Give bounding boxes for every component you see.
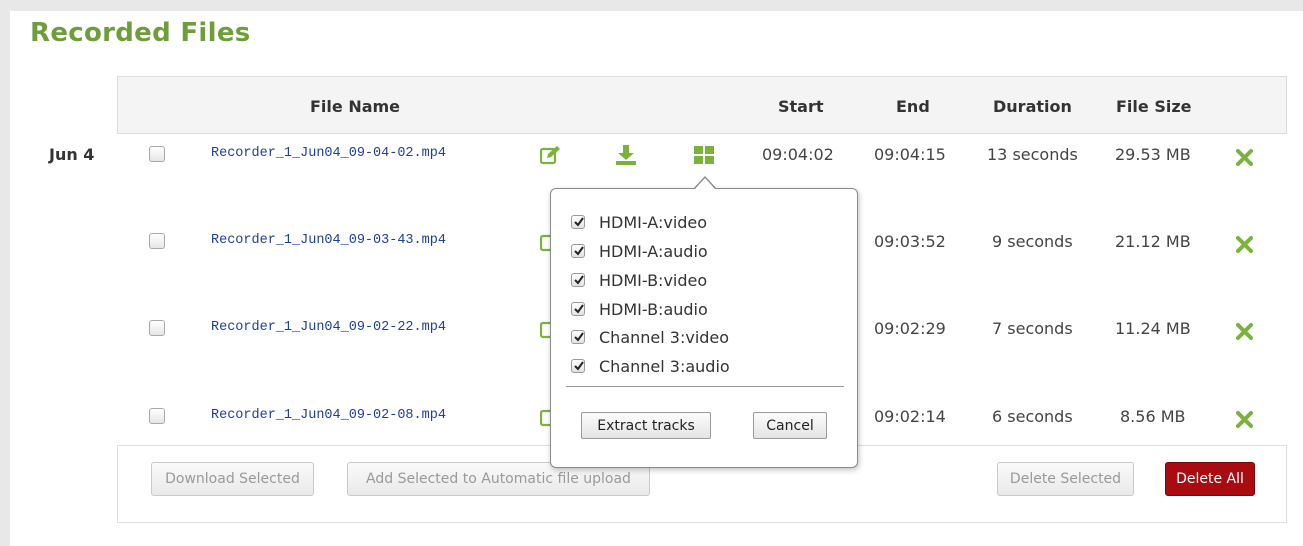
delete-selected-button[interactable]: Delete Selected — [997, 462, 1134, 496]
start-time: 09:04:02 — [762, 145, 834, 164]
close-icon[interactable] — [1236, 323, 1253, 340]
duration: 7 seconds — [992, 319, 1073, 338]
file-name-link[interactable]: Recorder_1_Jun04_09-02-22.mp4 — [211, 320, 446, 335]
top-border — [0, 0, 1303, 11]
track-label: Channel 3:audio — [599, 356, 730, 376]
download-icon[interactable] — [615, 144, 637, 166]
table-header: File Name Start End Duration File Size — [117, 76, 1287, 134]
end-time: 09:02:14 — [874, 407, 946, 426]
track-label: HDMI-A:audio — [599, 241, 708, 261]
file-size: 11.24 MB — [1115, 319, 1191, 338]
header-file-name: File Name — [310, 97, 401, 116]
end-time: 09:03:52 — [874, 232, 946, 251]
row-checkbox[interactable] — [149, 408, 165, 424]
track-label: Channel 3:video — [599, 327, 730, 347]
grid-icon[interactable] — [694, 146, 714, 164]
header-duration: Duration — [993, 97, 1072, 116]
popup-arrow-fill — [694, 178, 716, 190]
left-border — [0, 0, 10, 546]
table-row: Recorder_1_Jun04_09-04-02.mp4 09:04:02 0… — [0, 140, 1303, 170]
delete-all-button[interactable]: Delete All — [1165, 462, 1255, 496]
row-checkbox[interactable] — [149, 146, 165, 162]
extract-tracks-button[interactable]: Extract tracks — [581, 412, 711, 439]
track-checkbox[interactable] — [571, 359, 585, 373]
cancel-button[interactable]: Cancel — [753, 412, 827, 439]
close-icon[interactable] — [1236, 149, 1253, 166]
row-checkbox[interactable] — [149, 320, 165, 336]
file-size: 29.53 MB — [1115, 145, 1191, 164]
track-option[interactable]: HDMI-A:audio — [571, 240, 708, 262]
page-title: Recorded Files — [30, 18, 251, 48]
file-size: 21.12 MB — [1115, 232, 1191, 251]
close-icon[interactable] — [1236, 411, 1253, 428]
file-name-link[interactable]: Recorder_1_Jun04_09-04-02.mp4 — [211, 146, 446, 161]
track-option[interactable]: HDMI-B:video — [571, 269, 707, 291]
track-label: HDMI-B:audio — [599, 299, 708, 319]
track-option[interactable]: HDMI-A:video — [571, 211, 707, 233]
track-checkbox[interactable] — [571, 215, 585, 229]
file-name-link[interactable]: Recorder_1_Jun04_09-03-43.mp4 — [211, 233, 446, 248]
file-name-link[interactable]: Recorder_1_Jun04_09-02-08.mp4 — [211, 408, 446, 423]
duration: 13 seconds — [987, 145, 1078, 164]
end-time: 09:02:29 — [874, 319, 946, 338]
track-checkbox[interactable] — [571, 302, 585, 316]
header-end: End — [896, 97, 930, 116]
header-file-size: File Size — [1116, 97, 1192, 116]
track-label: HDMI-A:video — [599, 212, 708, 232]
header-start: Start — [778, 97, 824, 116]
track-checkbox[interactable] — [571, 273, 585, 287]
duration: 9 seconds — [992, 232, 1073, 251]
duration: 6 seconds — [992, 407, 1073, 426]
track-option[interactable]: Channel 3:audio — [571, 355, 730, 377]
close-icon[interactable] — [1236, 236, 1253, 253]
end-time: 09:04:15 — [874, 145, 946, 164]
row-checkbox[interactable] — [149, 233, 165, 249]
track-checkbox[interactable] — [571, 330, 585, 344]
edit-icon[interactable] — [540, 145, 562, 165]
track-label: HDMI-B:video — [599, 270, 708, 290]
file-size: 8.56 MB — [1120, 407, 1186, 426]
popup-divider — [566, 386, 844, 387]
download-selected-button[interactable]: Download Selected — [151, 462, 314, 496]
track-option[interactable]: HDMI-B:audio — [571, 298, 708, 320]
extract-tracks-popup: HDMI-A:video HDMI-A:audio HDMI-B:video H… — [550, 188, 858, 468]
track-option[interactable]: Channel 3:video — [571, 326, 729, 348]
track-checkbox[interactable] — [571, 244, 585, 258]
